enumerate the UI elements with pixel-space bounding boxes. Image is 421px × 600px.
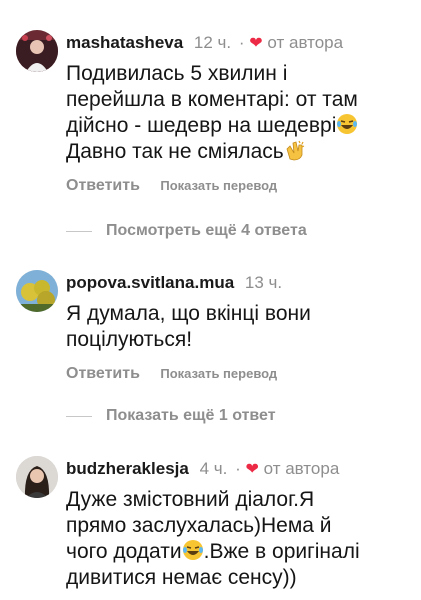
avatar[interactable] (16, 456, 58, 498)
comment-line: поцілуються! (66, 328, 193, 351)
liked-by-author-label: от автора (267, 33, 344, 52)
avatar[interactable] (16, 270, 58, 312)
timestamp: 12 ч. (193, 33, 232, 52)
comment-line-text: чого додати (66, 540, 182, 563)
laughing-tears-emoji-icon (337, 114, 358, 134)
username[interactable]: popova.svitlana.mua (66, 273, 234, 292)
show-more-replies-label[interactable]: Показать ещё 1 ответ (106, 407, 276, 424)
comment-header: popova.svitlana.mua 13 ч. (66, 273, 282, 293)
comment-line: Давно так не сміялась (66, 139, 411, 165)
show-more-replies[interactable]: Показать ещё 1 ответ (66, 407, 276, 425)
separator-dot: · (238, 33, 245, 52)
comment-text: Подивилась 5 хвилин і перейшла в комента… (66, 61, 411, 165)
timestamp: 13 ч. (244, 273, 283, 292)
view-more-replies-label[interactable]: Посмотреть ещё 4 ответа (106, 222, 307, 239)
comment-line-text: .Вже в оригіналі (203, 540, 360, 563)
laughing-tears-emoji-icon (182, 540, 203, 560)
comment-line: перейшла в коментарі: от там (66, 88, 358, 111)
comment-actions: Ответить Показать перевод (66, 177, 277, 195)
comment-line: дивитися немає сенсу)) (66, 566, 297, 589)
liked-by-author-label: от автора (263, 459, 340, 478)
comment-line: дійсно - шедевр на шедеврі (66, 113, 411, 139)
comment-line: чого додати .Вже в оригіналі (66, 539, 411, 565)
comment-line-text: Давно так не сміялась (66, 140, 284, 163)
thread-line (66, 230, 92, 232)
comment-line-text: дійсно - шедевр на шедеврі (66, 114, 337, 137)
view-more-replies[interactable]: Посмотреть ещё 4 ответа (66, 222, 307, 240)
comment-header: mashatasheva 12 ч. · ❤ от автора (66, 33, 343, 53)
comment-line: Я думала, що вкінці вони (66, 302, 311, 325)
comment-line: прямо заслухалась)Нема й (66, 514, 332, 537)
clapping-hands-emoji-icon (286, 140, 304, 161)
translate-button[interactable]: Показать перевод (160, 178, 277, 193)
thread-line (66, 415, 92, 417)
username[interactable]: mashatasheva (66, 33, 183, 52)
avatar[interactable] (16, 30, 58, 72)
comment-header: budzheraklesja 4 ч. · ❤ от автора (66, 459, 339, 479)
comment-actions: Ответить Показать перевод (66, 365, 277, 383)
comment-line: Подивилась 5 хвилин і (66, 62, 288, 85)
comment-text: Дуже змістовний діалог.Я прямо заслухала… (66, 487, 411, 591)
timestamp: 4 ч. (199, 459, 228, 478)
heart-icon: ❤ (245, 461, 259, 478)
reply-button[interactable]: Ответить (66, 365, 140, 382)
separator-dot: · (235, 459, 241, 478)
username[interactable]: budzheraklesja (66, 459, 189, 478)
heart-icon: ❤ (249, 35, 263, 52)
reply-button[interactable]: Ответить (66, 177, 140, 194)
comment-text: Я думала, що вкінці вони поцілуються! (66, 301, 411, 353)
translate-button[interactable]: Показать перевод (160, 366, 277, 381)
comment-line: Дуже змістовний діалог.Я (66, 488, 315, 511)
comment-mashatasheva: mashatasheva 12 ч. · ❤ от автора Подивил… (0, 0, 421, 200)
